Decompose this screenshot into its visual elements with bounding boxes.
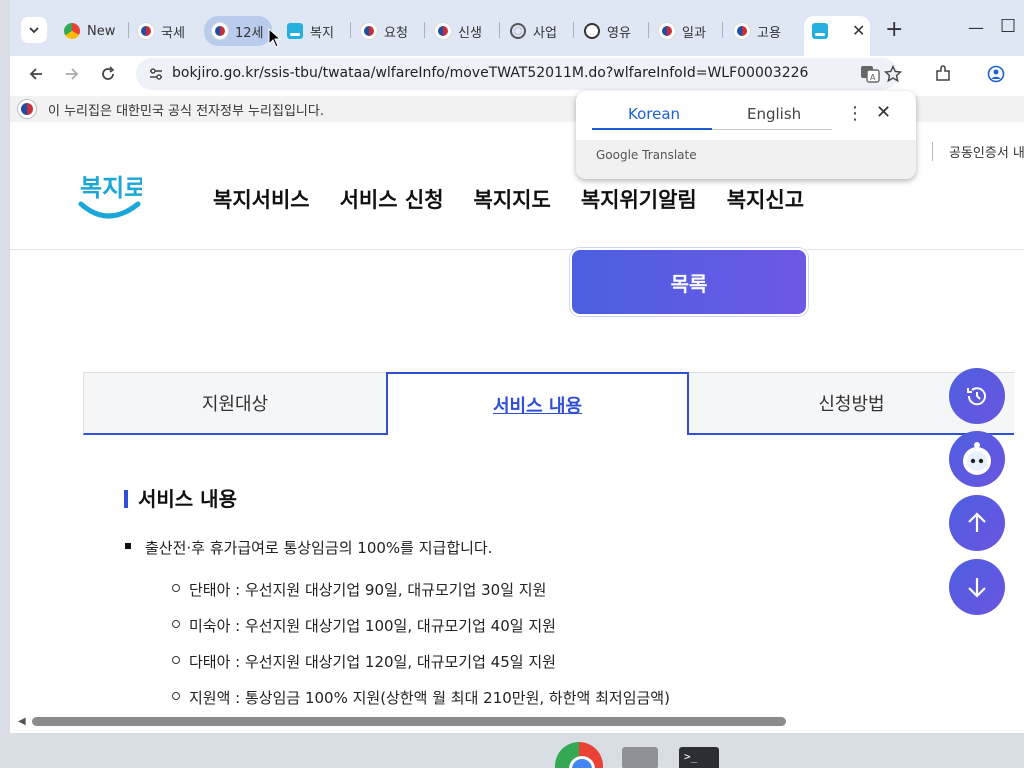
close-icon[interactable]: ✕ [876, 102, 891, 123]
sub-item: 단태아 : 우선지원 대상기업 90일, 대규모기업 30일 지원 [171, 581, 547, 599]
tab-gov-4[interactable]: 신생 [427, 16, 495, 46]
tab-eligibility[interactable]: 지원대상 [83, 372, 386, 435]
tab-gov-2[interactable]: 12세 [204, 16, 272, 46]
tab-label: 12세 [235, 25, 264, 41]
tab-label: 일과 [682, 25, 706, 41]
gov-emblem-icon [659, 23, 675, 39]
gov-emblem-icon [138, 23, 154, 39]
svg-text:A: A [870, 73, 876, 82]
nav-welfare-map[interactable]: 복지지도 [474, 184, 551, 214]
tab-search-button[interactable] [21, 17, 47, 43]
bookmark-star-icon[interactable] [881, 62, 905, 86]
sub-item: 다태아 : 우선지원 대상기업 120일, 대규모기업 45일 지원 [172, 653, 556, 671]
bokjiro-icon [287, 23, 303, 39]
nav-service-apply[interactable]: 서비스 신청 [340, 184, 444, 214]
list-button[interactable]: 목록 [570, 248, 808, 316]
maximize-icon[interactable]: ☐ [1000, 16, 1016, 37]
history-icon [967, 387, 986, 406]
face-icon [584, 23, 600, 39]
tab-gov-5[interactable]: 일과 [651, 16, 719, 46]
sub-item: 지원액 : 통상임금 100% 지원(상한액 월 최대 210만원, 하한액 최… [172, 689, 670, 707]
scroll-left-icon[interactable]: ◀ [18, 716, 26, 727]
lang-english-tab[interactable]: English [747, 105, 801, 123]
tab-gov-6[interactable]: 고용 [726, 16, 794, 46]
files-taskbar-icon[interactable] [622, 747, 658, 768]
korea-flag-icon [18, 100, 36, 118]
tab-label: 신생 [458, 25, 482, 41]
tab-label: 국세 [161, 25, 185, 41]
globe-icon [510, 23, 526, 39]
back-icon[interactable] [24, 62, 48, 86]
list-item: 출산전·후 휴가급여로 통상임금의 100%를 지급합니다. [125, 539, 493, 557]
gov-emblem-icon [435, 23, 451, 39]
chevron-down-icon [29, 27, 39, 34]
taskbar: >_ [0, 733, 1024, 768]
chrome-taskbar-icon[interactable] [555, 742, 603, 768]
main-nav: 복지서비스 서비스 신청 복지지도 복지위기알림 복지신고 [213, 184, 804, 214]
scroll-bottom-button[interactable] [949, 559, 1005, 615]
minimize-icon[interactable]: — [968, 18, 984, 37]
scrollbar-thumb[interactable] [32, 717, 786, 726]
tab-label: New [87, 23, 116, 39]
translate-footer: Google Translate [576, 140, 916, 179]
tab-gov-3[interactable]: 요청 [353, 16, 421, 46]
mouse-cursor-icon [268, 28, 282, 48]
chatbot-icon [963, 442, 991, 475]
tab-bokjiro-1[interactable]: 복지 [279, 16, 347, 46]
terminal-taskbar-icon[interactable]: >_ [679, 747, 719, 768]
arrow-up-icon [968, 512, 986, 532]
forward-icon[interactable] [60, 62, 84, 86]
gov-emblem-icon [212, 23, 228, 39]
bokjiro-logo[interactable]: 복지로 [78, 170, 146, 224]
nav-welfare-report[interactable]: 복지신고 [727, 184, 804, 214]
horizontal-scrollbar[interactable]: ◀ [10, 713, 1024, 733]
tab-label: 복지 [310, 25, 334, 41]
browser-toolbar: bokjiro.go.kr/ssis-tbu/twataa/wlfareInfo… [10, 56, 1024, 92]
bokjiro-icon [812, 23, 828, 39]
more-options-icon[interactable]: ⋮ [846, 103, 864, 124]
reload-icon[interactable] [96, 62, 120, 86]
tab-new[interactable]: New [56, 16, 124, 46]
chrome-icon [64, 23, 80, 39]
tab-strip: New 국세 12세 복지 요청 신생 사업 영유 일과 고용 ✕ + — ☐ [10, 0, 1024, 56]
browser-window: New 국세 12세 복지 요청 신생 사업 영유 일과 고용 ✕ + — ☐ … [10, 0, 1024, 733]
cert-link[interactable]: 공동인증서 내 [932, 142, 1024, 161]
lang-korean-tab[interactable]: Korean [628, 105, 680, 123]
translate-icon[interactable]: A [860, 65, 880, 87]
new-tab-icon[interactable]: + [885, 17, 903, 42]
gov-emblem-icon [361, 23, 377, 39]
tab-globe[interactable]: 사업 [502, 16, 570, 46]
url-text[interactable]: bokjiro.go.kr/ssis-tbu/twataa/wlfareInfo… [172, 65, 808, 81]
extensions-icon[interactable] [931, 62, 955, 86]
scroll-top-button[interactable] [949, 495, 1005, 551]
close-tab-icon[interactable]: ✕ [852, 21, 865, 40]
sub-item: 미숙아 : 우선지원 대상기업 100일, 대규모기업 40일 지원 [172, 617, 556, 635]
service-content: 서비스 내용 출산전·후 휴가급여로 통상임금의 100%를 지급합니다. 단태… [83, 436, 1014, 716]
nav-crisis-alert[interactable]: 복지위기알림 [581, 184, 697, 214]
address-bar[interactable]: bokjiro.go.kr/ssis-tbu/twataa/wlfareInfo… [136, 58, 898, 90]
history-button[interactable] [949, 368, 1005, 424]
tab-gov-1[interactable]: 국세 [130, 16, 198, 46]
site-info-icon[interactable] [148, 66, 164, 86]
section-title: 서비스 내용 [124, 489, 237, 509]
translate-popup: Korean English ⋮ ✕ Google Translate [576, 91, 916, 179]
bokjiro-logo-icon: 복지로 [78, 174, 146, 219]
tab-label: 고용 [757, 25, 781, 41]
tab-label: 사업 [533, 25, 557, 41]
svg-text:복지로: 복지로 [80, 174, 142, 202]
tab-label: 요청 [384, 25, 408, 41]
tab-face[interactable]: 영유 [576, 16, 644, 46]
nav-welfare-service[interactable]: 복지서비스 [213, 184, 310, 214]
arrow-down-icon [968, 578, 986, 598]
profile-icon[interactable] [984, 62, 1008, 86]
service-tabs: 지원대상 서비스 내용 신청방법 [83, 372, 1014, 436]
gov-emblem-icon [734, 23, 750, 39]
gov-banner-text: 이 누리집은 대한민국 공식 전자정부 누리집입니다. [48, 103, 324, 119]
chatbot-button[interactable] [949, 431, 1005, 487]
tab-service-content[interactable]: 서비스 내용 [386, 372, 689, 435]
tab-label: 영유 [607, 25, 631, 41]
